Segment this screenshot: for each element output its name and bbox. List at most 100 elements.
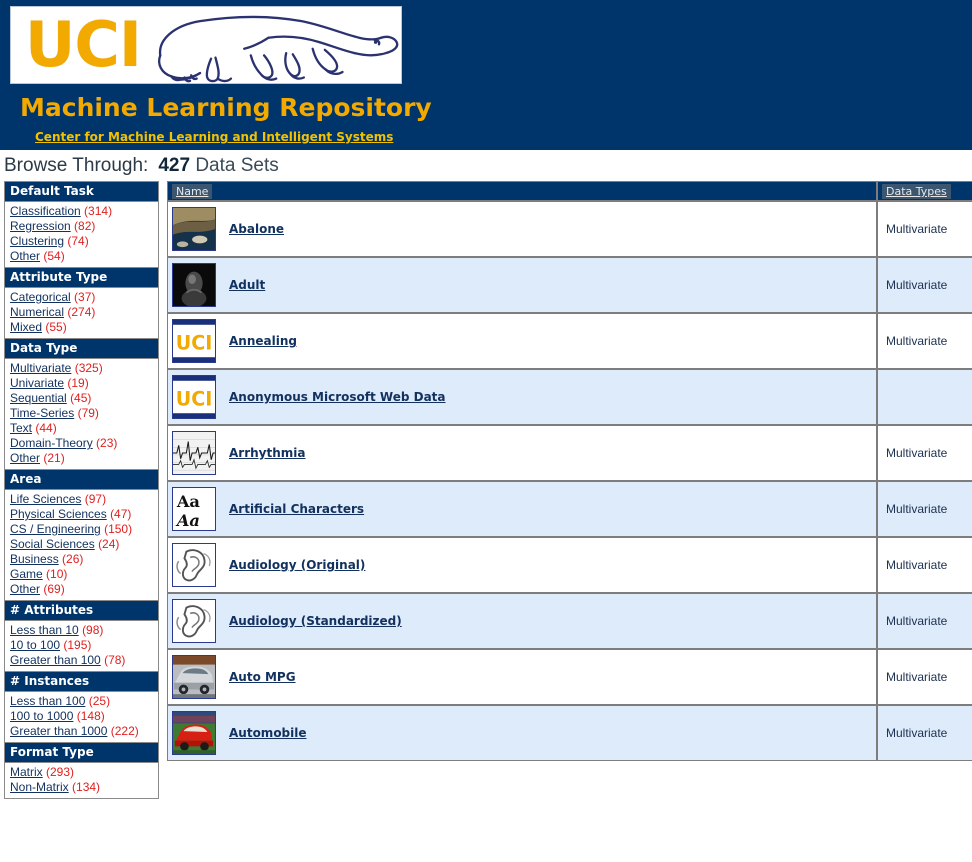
- dataset-link[interactable]: Audiology (Standardized): [229, 614, 402, 628]
- facet-link[interactable]: Mixed: [10, 320, 42, 334]
- facet-link[interactable]: Time-Series: [10, 406, 74, 420]
- facet-item: Time-Series (79): [10, 406, 158, 421]
- facet-link[interactable]: Sequential: [10, 391, 67, 405]
- cell-data-types: [877, 369, 972, 425]
- name-cell-content: UCI Anonymous Microsoft Web Data: [168, 370, 876, 424]
- facet-group: # Instances Less than 100 (25) 100 to 1000…: [4, 671, 159, 742]
- adult-thumb: [172, 263, 216, 307]
- facet-title: Default Task: [5, 182, 158, 202]
- svg-text:UCI: UCI: [176, 388, 213, 411]
- facet-link[interactable]: 10 to 100: [10, 638, 60, 652]
- facet-link[interactable]: Game: [10, 567, 43, 581]
- dataset-link[interactable]: Adult: [229, 278, 265, 292]
- facet-link[interactable]: Classification: [10, 204, 81, 218]
- table-row[interactable]: Arrhythmia Multivariate: [167, 425, 972, 481]
- content-area: Default Task Classification (314) Regressi…: [0, 181, 972, 799]
- facet-item: Classification (314): [10, 204, 158, 219]
- facet-item: 100 to 1000 (148): [10, 709, 158, 724]
- dataset-link[interactable]: Anonymous Microsoft Web Data: [229, 390, 446, 404]
- facet-link[interactable]: Business: [10, 552, 59, 566]
- facet-link[interactable]: Greater than 100: [10, 653, 101, 667]
- dataset-count: 427: [158, 155, 191, 176]
- facet-link[interactable]: Greater than 1000: [10, 724, 107, 738]
- browse-bar: Browse Through: 427 Data Sets: [0, 150, 972, 181]
- facet-link[interactable]: CS / Engineering: [10, 522, 101, 536]
- facet-count: (274): [67, 305, 96, 319]
- name-cell-content: Auto MPG: [168, 650, 876, 704]
- facet-item-list: Less than 100 (25) 100 to 1000 (148) Great…: [5, 692, 158, 742]
- cell-data-types: Multivariate: [877, 537, 972, 593]
- sort-by-data-types-link[interactable]: Data Types: [882, 184, 951, 199]
- facet-link[interactable]: Multivariate: [10, 361, 71, 375]
- dataset-link[interactable]: Audiology (Original): [229, 558, 365, 572]
- facet-count: (55): [45, 320, 67, 334]
- facet-count: (222): [110, 724, 139, 738]
- dataset-link[interactable]: Arrhythmia: [229, 446, 305, 460]
- center-link[interactable]: Center for Machine Learning and Intellig…: [35, 130, 393, 144]
- facet-link[interactable]: Text: [10, 421, 32, 435]
- table-row[interactable]: Audiology (Standardized) Multivariate: [167, 593, 972, 649]
- facet-link[interactable]: Univariate: [10, 376, 64, 390]
- facet-link[interactable]: Domain-Theory: [10, 436, 93, 450]
- table-row[interactable]: Audiology (Original) Multivariate: [167, 537, 972, 593]
- facet-count: (148): [76, 709, 105, 723]
- facet-link[interactable]: Less than 10: [10, 623, 79, 637]
- car-thumb: [172, 655, 216, 699]
- facet-link[interactable]: Other: [10, 582, 40, 596]
- dataset-link[interactable]: Abalone: [229, 222, 284, 236]
- facet-title: Format Type: [5, 743, 158, 763]
- facet-count: (54): [43, 249, 65, 263]
- facet-count: (37): [74, 290, 96, 304]
- table-row[interactable]: UCI Anonymous Microsoft Web Data: [167, 369, 972, 425]
- facet-count: (314): [84, 204, 113, 218]
- site-masthead: UCI Machine Learning Repository Center f…: [0, 0, 972, 150]
- facet-link[interactable]: Life Sciences: [10, 492, 81, 506]
- facet-item: Regression (82): [10, 219, 158, 234]
- table-row[interactable]: Auto MPG Multivariate: [167, 649, 972, 705]
- cell-name: Arrhythmia: [167, 425, 877, 481]
- facet-count: (74): [67, 234, 89, 248]
- name-cell-content: Aa Aa Artificial Characters: [168, 482, 876, 536]
- facet-link[interactable]: Other: [10, 249, 40, 263]
- table-row[interactable]: Adult Multivariate: [167, 257, 972, 313]
- facet-link[interactable]: Clustering: [10, 234, 64, 248]
- facet-link[interactable]: Numerical: [10, 305, 64, 319]
- facet-item: Other (54): [10, 249, 158, 264]
- data-types-value: Multivariate: [886, 670, 948, 684]
- ear-thumb: [172, 599, 216, 643]
- facet-group: Data Type Multivariate (325) Univariate (1…: [4, 338, 159, 469]
- dataset-link[interactable]: Annealing: [229, 334, 297, 348]
- sort-by-name-link[interactable]: Name: [172, 184, 213, 199]
- cell-data-types: Multivariate: [877, 481, 972, 537]
- name-cell-content: UCI Annealing: [168, 314, 876, 368]
- table-row[interactable]: Abalone Multivariate: [167, 201, 972, 257]
- name-cell-content: Arrhythmia: [168, 426, 876, 480]
- datasets-panel: Name Data Types Abalone Multivariate Adult…: [167, 181, 972, 761]
- facet-link[interactable]: Regression: [10, 219, 71, 233]
- dataset-count-suffix: Data Sets: [195, 155, 279, 176]
- cell-data-types: Multivariate: [877, 425, 972, 481]
- dataset-link[interactable]: Artificial Characters: [229, 502, 364, 516]
- facet-link[interactable]: Other: [10, 451, 40, 465]
- facet-count: (21): [43, 451, 65, 465]
- facet-count: (98): [82, 623, 104, 637]
- facet-link[interactable]: 100 to 1000: [10, 709, 73, 723]
- table-row[interactable]: UCI Annealing Multivariate: [167, 313, 972, 369]
- facet-count: (44): [35, 421, 57, 435]
- facet-link[interactable]: Social Sciences: [10, 537, 95, 551]
- facet-link[interactable]: Categorical: [10, 290, 71, 304]
- dataset-link[interactable]: Automobile: [229, 726, 307, 740]
- table-row[interactable]: Automobile Multivariate: [167, 705, 972, 761]
- cell-name: UCI Annealing: [167, 313, 877, 369]
- dataset-link[interactable]: Auto MPG: [229, 670, 296, 684]
- facet-item: Clustering (74): [10, 234, 158, 249]
- table-row[interactable]: Aa Aa Artificial Characters Multivariate: [167, 481, 972, 537]
- facet-link[interactable]: Physical Sciences: [10, 507, 107, 521]
- facet-link[interactable]: Non-Matrix: [10, 780, 69, 794]
- facet-link[interactable]: Matrix: [10, 765, 43, 779]
- facet-item-list: Multivariate (325) Univariate (19) Sequent…: [5, 359, 158, 469]
- data-types-value: Multivariate: [886, 614, 948, 628]
- cell-name: Adult: [167, 257, 877, 313]
- facet-count: (293): [46, 765, 75, 779]
- facet-link[interactable]: Less than 100: [10, 694, 85, 708]
